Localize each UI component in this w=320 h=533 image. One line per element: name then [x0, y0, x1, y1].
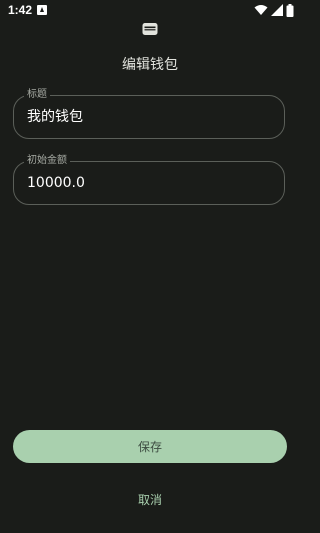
text-a-icon: [37, 5, 47, 15]
initial-amount-field[interactable]: 初始金额 10000.0: [13, 154, 285, 205]
save-button[interactable]: 保存: [13, 430, 287, 463]
status-bar: 1:42: [0, 0, 300, 22]
status-time: 1:42: [8, 3, 33, 17]
initial-amount-field-label: 初始金额: [24, 154, 70, 168]
wifi-icon: [254, 5, 268, 15]
title-field[interactable]: 标题 我的钱包: [13, 88, 285, 139]
battery-icon: [286, 3, 294, 17]
wallet-icon: [142, 23, 158, 35]
initial-amount-field-value[interactable]: 10000.0: [27, 174, 85, 192]
title-field-value[interactable]: 我的钱包: [27, 108, 83, 126]
page-title: 编辑钱包: [122, 57, 178, 73]
status-icons: [254, 3, 294, 17]
cancel-button[interactable]: 取消: [0, 491, 300, 508]
title-field-label: 标题: [24, 88, 50, 102]
signal-icon: [271, 4, 283, 16]
